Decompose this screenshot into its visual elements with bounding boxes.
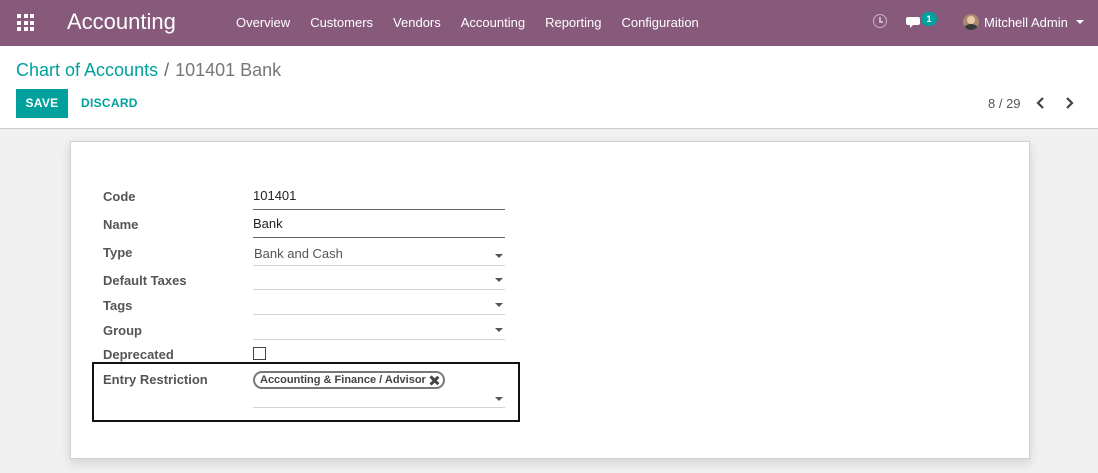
user-menu[interactable]: Mitchell Admin [984, 15, 1068, 30]
chevron-right-icon[interactable] [1064, 97, 1074, 109]
entry-restriction-label: Entry Restriction [103, 372, 208, 387]
menu-item-configuration[interactable]: Configuration [621, 15, 698, 30]
save-button[interactable]: SAVE [16, 89, 68, 118]
caret-down-icon[interactable] [495, 328, 503, 332]
top-navbar: Accounting Overview Customers Vendors Ac… [0, 0, 1098, 46]
menu-item-customers[interactable]: Customers [310, 15, 373, 30]
entry-restriction-tag: Accounting & Finance / Advisor [253, 371, 445, 389]
code-field[interactable]: 101401 [253, 188, 505, 210]
deprecated-label: Deprecated [103, 347, 174, 362]
caret-down-icon[interactable] [495, 254, 503, 258]
remove-tag-icon[interactable] [430, 376, 439, 385]
default-taxes-field[interactable] [253, 268, 505, 290]
tags-field[interactable] [253, 293, 505, 315]
avatar[interactable] [963, 14, 979, 30]
type-select[interactable]: Bank and Cash [253, 244, 505, 266]
app-brand[interactable]: Accounting [67, 9, 176, 35]
caret-down-icon[interactable] [495, 303, 503, 307]
deprecated-checkbox[interactable] [253, 347, 266, 360]
code-label: Code [103, 189, 136, 204]
discard-button[interactable]: DISCARD [81, 89, 138, 118]
code-value: 101401 [253, 188, 297, 203]
caret-down-icon[interactable] [495, 397, 503, 401]
menu-item-vendors[interactable]: Vendors [393, 15, 441, 30]
breadcrumb-separator: / [164, 60, 170, 80]
tags-label: Tags [103, 298, 133, 313]
chevron-left-icon[interactable] [1036, 97, 1046, 109]
pager-counter[interactable]: 8 / 29 [988, 96, 1021, 111]
caret-down-icon[interactable] [495, 278, 503, 282]
name-label: Name [103, 217, 139, 232]
menu-item-reporting[interactable]: Reporting [545, 15, 601, 30]
breadcrumb-current: 101401 Bank [175, 60, 282, 80]
main-menu: Overview Customers Vendors Accounting Re… [236, 15, 719, 30]
chat-icon[interactable] [906, 14, 922, 30]
type-label: Type [103, 245, 133, 260]
caret-down-icon[interactable] [1076, 20, 1084, 24]
name-field[interactable]: Bank [253, 216, 505, 238]
tag-label: Accounting & Finance / Advisor [260, 374, 426, 386]
chat-count-badge: 1 [921, 12, 937, 26]
apps-grid-icon[interactable] [17, 14, 34, 31]
form-sheet: Code 101401 Name Bank Type Bank and Cash… [70, 141, 1030, 459]
entry-restriction-input[interactable] [253, 392, 505, 408]
menu-item-overview[interactable]: Overview [236, 15, 290, 30]
name-value: Bank [253, 216, 283, 231]
group-label: Group [103, 323, 142, 338]
menu-item-accounting[interactable]: Accounting [461, 15, 525, 30]
type-value: Bank and Cash [254, 246, 343, 261]
default-taxes-label: Default Taxes [103, 273, 187, 288]
control-panel: Chart of Accounts /101401 Bank SAVE DISCA… [0, 46, 1098, 129]
activity-clock-icon[interactable] [873, 14, 887, 28]
breadcrumb: Chart of Accounts /101401 Bank [16, 60, 281, 81]
group-field[interactable] [253, 318, 505, 340]
breadcrumb-chart-of-accounts[interactable]: Chart of Accounts [16, 60, 158, 80]
